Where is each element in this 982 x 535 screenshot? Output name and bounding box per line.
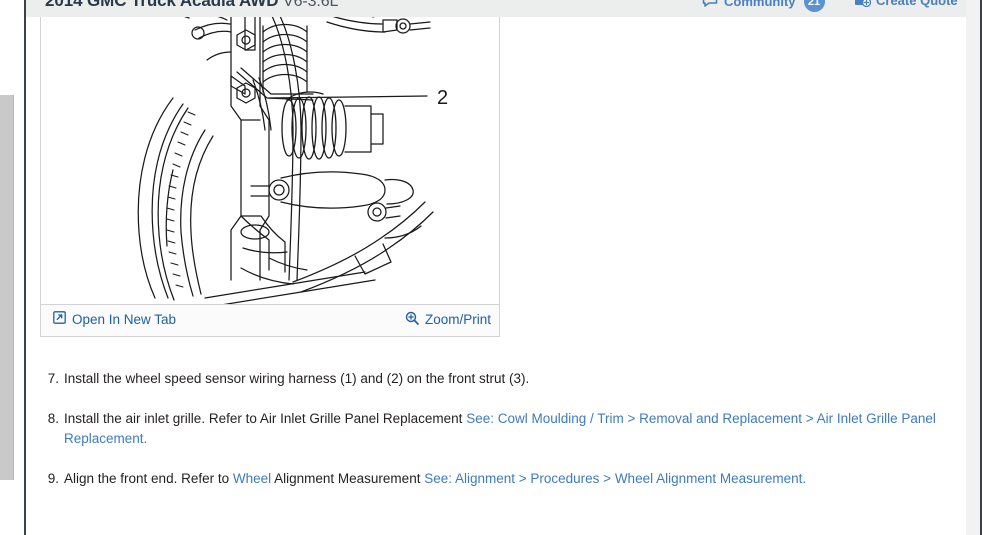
vehicle-engine: V6-3.6L bbox=[283, 0, 339, 10]
magnifier-plus-icon bbox=[405, 311, 419, 328]
vehicle-title-main: 2014 GMC Truck Acadia AWD bbox=[45, 0, 279, 10]
vehicle-title: 2014 GMC Truck Acadia AWD V6-3.6L bbox=[45, 0, 338, 11]
suspension-strut-diagram: 1 2 bbox=[137, 17, 448, 304]
figure-toolbar: Open In New Tab Zoom/Print bbox=[41, 304, 499, 336]
step-text-run: Install the wheel speed sensor wiring ha… bbox=[64, 371, 530, 386]
zoom-print-button[interactable]: Zoom/Print bbox=[405, 311, 491, 328]
instruction-step: 7. Install the wheel speed sensor wiring… bbox=[43, 369, 743, 389]
step-text: Align the front end. Refer to Wheel Alig… bbox=[64, 469, 953, 489]
speech-bubble-icon bbox=[702, 0, 719, 11]
zoom-print-label: Zoom/Print bbox=[424, 312, 491, 327]
open-in-new-tab-button[interactable]: Open In New Tab bbox=[53, 311, 176, 327]
instruction-step: 8. Install the air inlet grille. Refer t… bbox=[43, 409, 953, 449]
step-text: Install the wheel speed sensor wiring ha… bbox=[64, 369, 743, 389]
left-gutter bbox=[0, 0, 26, 535]
step-text-run: Install the air inlet grille. Refer to A… bbox=[64, 411, 467, 426]
community-label: Community bbox=[724, 0, 796, 9]
step-number: 8. bbox=[47, 411, 59, 426]
right-gutter bbox=[966, 0, 980, 535]
instruction-step: 9. Align the front end. Refer to Wheel A… bbox=[43, 469, 953, 489]
browser-viewport: 2014 GMC Truck Acadia AWD V6-3.6L Commun… bbox=[0, 0, 982, 535]
create-quote-label: Create Quote bbox=[876, 0, 958, 8]
document-plus-icon bbox=[854, 0, 872, 10]
community-badge: 21 bbox=[803, 0, 825, 12]
community-button[interactable]: Community 21 bbox=[702, 0, 825, 12]
step-text-run: Align the front end. Refer to bbox=[64, 471, 233, 486]
document-content: 1 2 Open In New Tab bbox=[26, 17, 966, 535]
create-quote-button[interactable]: Create Quote bbox=[854, 0, 958, 10]
figure-panel: 1 2 Open In New Tab bbox=[40, 17, 500, 337]
step-text-run: Alignment Measurement bbox=[271, 471, 425, 486]
step-number: 7. bbox=[47, 371, 59, 386]
app-header: 2014 GMC Truck Acadia AWD V6-3.6L Commun… bbox=[26, 0, 966, 18]
svg-text:2: 2 bbox=[437, 87, 448, 109]
reference-link[interactable]: See: Alignment > Procedures > Wheel Alig… bbox=[424, 471, 806, 486]
reference-link[interactable]: Wheel bbox=[233, 471, 271, 486]
external-link-icon bbox=[53, 311, 66, 327]
figure-image[interactable]: 1 2 bbox=[41, 17, 499, 304]
page-scrollbar-track[interactable] bbox=[0, 95, 14, 480]
open-in-new-tab-label: Open In New Tab bbox=[72, 311, 177, 327]
step-number: 9. bbox=[47, 471, 59, 486]
step-text: Install the air inlet grille. Refer to A… bbox=[64, 409, 953, 449]
